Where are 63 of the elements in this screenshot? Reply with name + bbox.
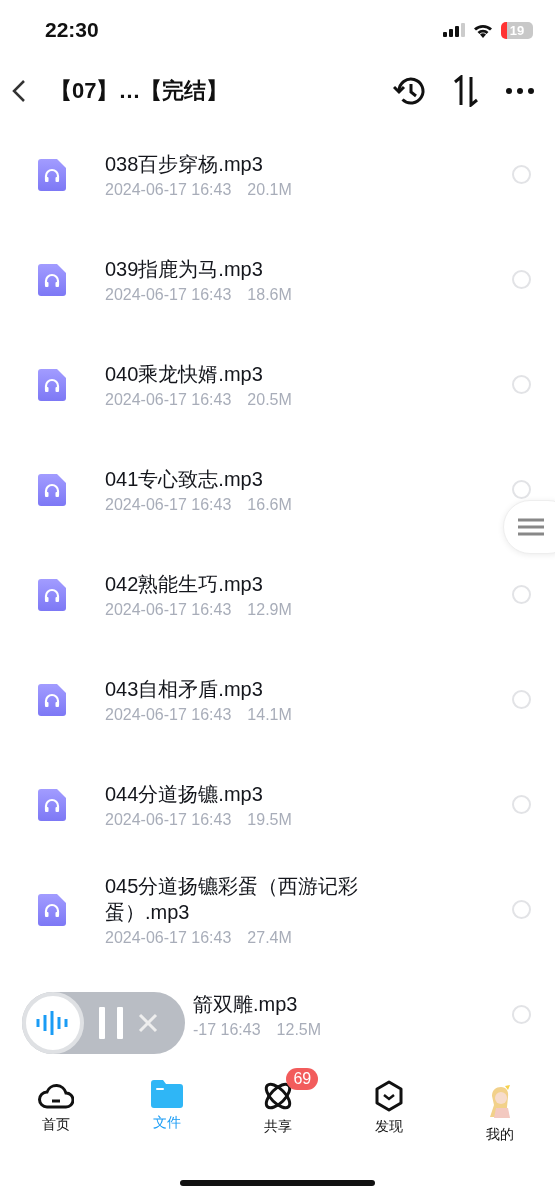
audio-file-icon: [38, 893, 66, 926]
nav-tab[interactable]: 69 共享: [222, 1068, 333, 1144]
select-radio[interactable]: [512, 585, 531, 604]
back-button[interactable]: [12, 79, 26, 103]
sort-button[interactable]: [451, 75, 481, 107]
close-button[interactable]: [138, 1013, 158, 1033]
file-size: 20.5M: [247, 390, 292, 409]
file-name[interactable]: 045分道扬镳彩蛋（西游记彩蛋）.mp3: [105, 872, 395, 925]
audio-file-icon: [38, 263, 66, 296]
file-date: 2024-06-17 16:43: [105, 600, 232, 619]
file-name[interactable]: 038百步穿杨.mp3: [105, 150, 395, 177]
file-name[interactable]: 040乘龙快婿.mp3: [105, 360, 395, 387]
file-size: 12.9M: [247, 600, 292, 619]
audio-file-icon: [38, 788, 66, 821]
file-size: 27.4M: [247, 928, 292, 947]
select-radio[interactable]: [512, 690, 531, 709]
select-radio[interactable]: [512, 1005, 531, 1024]
nav-tab[interactable]: 发现: [333, 1068, 444, 1144]
file-name[interactable]: 箭双雕.mp3: [193, 990, 483, 1017]
audio-file-icon: [38, 158, 66, 191]
sound-wave-icon: [36, 1010, 70, 1036]
select-radio[interactable]: [512, 795, 531, 814]
audio-file-icon: [38, 683, 66, 716]
file-date: 2024-06-17 16:43: [105, 705, 232, 724]
select-radio[interactable]: [512, 165, 531, 184]
hexagon-icon: [373, 1080, 404, 1112]
file-size: 16.6M: [247, 495, 292, 514]
file-date: 2024-06-17 16:43: [105, 810, 232, 829]
nav-tab[interactable]: 首页: [0, 1068, 111, 1144]
file-date: 2024-06-17 16:43: [105, 285, 232, 304]
file-date: 2024-06-17 16:43: [105, 390, 232, 409]
file-date: -17 16:43: [193, 1020, 261, 1039]
file-date: 2024-06-17 16:43: [105, 495, 232, 514]
audio-file-icon: [38, 368, 66, 401]
audio-file-icon: [38, 578, 66, 611]
file-name[interactable]: 043自相矛盾.mp3: [105, 675, 395, 702]
history-button[interactable]: [393, 75, 427, 107]
select-radio[interactable]: [512, 270, 531, 289]
status-time: 22:30: [45, 18, 99, 42]
count-badge: 69: [286, 1068, 319, 1090]
more-button[interactable]: [505, 87, 535, 95]
file-date: 2024-06-17 16:43: [105, 928, 232, 947]
signal-icon: [443, 23, 465, 37]
folder-title: 【07】…【完结】: [50, 77, 230, 105]
file-size: 20.1M: [247, 180, 292, 199]
select-radio[interactable]: [512, 480, 531, 499]
audio-file-icon: [38, 473, 66, 506]
file-name[interactable]: 039指鹿为马.mp3: [105, 255, 395, 282]
wifi-icon: [473, 22, 493, 38]
pause-button[interactable]: [98, 1006, 124, 1040]
nav-tab[interactable]: 我的: [444, 1068, 555, 1144]
file-size: 18.6M: [247, 285, 292, 304]
folder-icon: [150, 1080, 183, 1108]
file-size: 14.1M: [247, 705, 292, 724]
select-radio[interactable]: [512, 900, 531, 919]
file-name[interactable]: 041专心致志.mp3: [105, 465, 395, 492]
side-menu-handle[interactable]: [503, 500, 555, 554]
file-name[interactable]: 042熟能生巧.mp3: [105, 570, 395, 597]
file-date: 2024-06-17 16:43: [105, 180, 232, 199]
select-radio[interactable]: [512, 375, 531, 394]
file-name[interactable]: 044分道扬镳.mp3: [105, 780, 395, 807]
file-size: 19.5M: [247, 810, 292, 829]
file-size: 12.5M: [276, 1020, 322, 1039]
